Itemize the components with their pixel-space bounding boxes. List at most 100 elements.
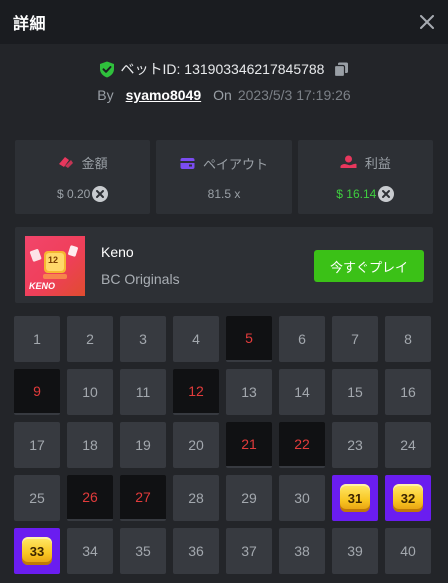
- keno-cell: 25: [14, 475, 60, 521]
- keno-cell-number: 11: [135, 384, 151, 400]
- stat-amount: 金額 $ 0.20: [15, 140, 151, 214]
- keno-cell: 4: [173, 316, 219, 362]
- keno-cell: 29: [226, 475, 272, 521]
- keno-cell: 8: [385, 316, 431, 362]
- bet-id-row: ベットID: 131903346217845788: [0, 59, 448, 79]
- stat-amount-label: 金額: [81, 155, 108, 171]
- keno-cell-number: 34: [82, 543, 98, 559]
- keno-cell: 40: [385, 528, 431, 574]
- keno-cell-number: 2: [86, 331, 94, 347]
- keno-cell: 18: [67, 422, 113, 468]
- keno-cell-number: 19: [135, 437, 151, 453]
- keno-cell-number: 22: [294, 436, 310, 452]
- stat-profit-label: 利益: [364, 155, 391, 171]
- keno-cell: 12: [173, 369, 219, 415]
- keno-cell-number: 28: [188, 490, 204, 506]
- currency-coin-icon: [378, 185, 395, 202]
- on-label: On: [213, 87, 232, 103]
- hit-gem-icon: 32: [393, 484, 423, 512]
- keno-cell: 13: [226, 369, 272, 415]
- keno-cell-number: 20: [188, 437, 204, 453]
- keno-cell-number: 15: [347, 384, 363, 400]
- thumb-badge: 12: [48, 255, 59, 265]
- keno-cell-number: 6: [298, 331, 306, 347]
- game-name: Keno: [101, 244, 134, 260]
- keno-thumbnail[interactable]: 12 KENO: [25, 236, 85, 296]
- keno-cell: 27: [120, 475, 166, 521]
- game-card: 12 KENO Keno BC Originals 今すぐプレイ: [15, 227, 433, 303]
- keno-logo-text: KENO: [29, 281, 56, 291]
- game-provider: BC Originals: [101, 271, 180, 287]
- keno-cell: 28: [173, 475, 219, 521]
- keno-cell: 23: [332, 422, 378, 468]
- keno-cell-number: 5: [245, 330, 253, 346]
- keno-cell-number: 29: [241, 490, 257, 506]
- modal-header: 詳細: [0, 0, 448, 44]
- stat-payout-label: ペイアウト: [202, 156, 268, 172]
- keno-cell-number: 13: [241, 384, 257, 400]
- keno-cell-number: 3: [139, 331, 147, 347]
- keno-cell: 24: [385, 422, 431, 468]
- keno-cell: 6: [279, 316, 325, 362]
- keno-cell: 9: [14, 369, 60, 415]
- keno-cell-number: 4: [192, 331, 200, 347]
- keno-cell: 34: [67, 528, 113, 574]
- stat-payout-value: 81.5 x: [207, 186, 241, 201]
- keno-cell: 10: [67, 369, 113, 415]
- keno-cell-number: 21: [241, 436, 257, 452]
- keno-cell-number: 36: [188, 543, 204, 559]
- keno-cell: 26: [67, 475, 113, 521]
- stat-amount-value: $ 0.20: [56, 186, 91, 201]
- keno-cell: 7: [332, 316, 378, 362]
- keno-cell-number: 30: [294, 490, 310, 506]
- profit-icon: [340, 155, 357, 169]
- stat-profit: 利益 $ 16.14: [297, 140, 433, 214]
- hit-gem-icon: 31: [340, 484, 370, 512]
- keno-cell: 35: [120, 528, 166, 574]
- bet-date: 2023/5/3 17:19:26: [237, 87, 351, 103]
- keno-cell-number: 40: [400, 543, 416, 559]
- modal-title: 詳細: [13, 16, 47, 33]
- keno-cell-number: 17: [29, 437, 45, 453]
- keno-cell-number: 38: [294, 543, 310, 559]
- keno-cell-number: 7: [351, 331, 359, 347]
- keno-cell: 11: [120, 369, 166, 415]
- keno-cell: 20: [173, 422, 219, 468]
- copy-icon[interactable]: [334, 62, 349, 77]
- keno-cell-number: 9: [33, 383, 41, 399]
- keno-cell-number: 37: [241, 543, 257, 559]
- keno-cell: 21: [226, 422, 272, 468]
- keno-cell: 15: [332, 369, 378, 415]
- bet-detail-panel: ベットID: 131903346217845788 By syamo8049 O…: [0, 44, 448, 583]
- keno-cell: 2: [67, 316, 113, 362]
- keno-cell: 37: [226, 528, 272, 574]
- keno-cell: 14: [279, 369, 325, 415]
- keno-cell: 1: [14, 316, 60, 362]
- keno-cell: 31: [332, 475, 378, 521]
- money-icon: [58, 155, 74, 169]
- keno-cell: 32: [385, 475, 431, 521]
- keno-cell-number: 25: [29, 490, 45, 506]
- keno-cell-number: 1: [33, 331, 41, 347]
- keno-cell-number: 12: [188, 383, 204, 399]
- keno-cell: 17: [14, 422, 60, 468]
- keno-cell: 3: [120, 316, 166, 362]
- keno-cell-number: 26: [82, 489, 98, 505]
- hit-gem-icon: 33: [22, 537, 52, 565]
- keno-cell: 36: [173, 528, 219, 574]
- stats-row: 金額 $ 0.20 ペイアウト 81.5 x 利益 $ 16.14: [15, 140, 433, 214]
- keno-cell: 39: [332, 528, 378, 574]
- keno-cell-number: 16: [400, 384, 416, 400]
- keno-cell: 30: [279, 475, 325, 521]
- username-link[interactable]: syamo8049: [126, 87, 202, 103]
- play-now-button[interactable]: 今すぐプレイ: [314, 250, 424, 282]
- keno-cell-number: 10: [82, 384, 98, 400]
- keno-cell-number: 35: [135, 543, 151, 559]
- keno-cell-number: 14: [294, 384, 310, 400]
- keno-cell-number: 23: [347, 437, 363, 453]
- stat-profit-value: $ 16.14: [336, 186, 377, 201]
- keno-cell: 19: [120, 422, 166, 468]
- bet-id: ベットID: 131903346217845788: [120, 61, 325, 77]
- bet-author-row: By syamo8049 On 2023/5/3 17:19:26: [0, 87, 448, 103]
- close-icon[interactable]: [418, 13, 436, 31]
